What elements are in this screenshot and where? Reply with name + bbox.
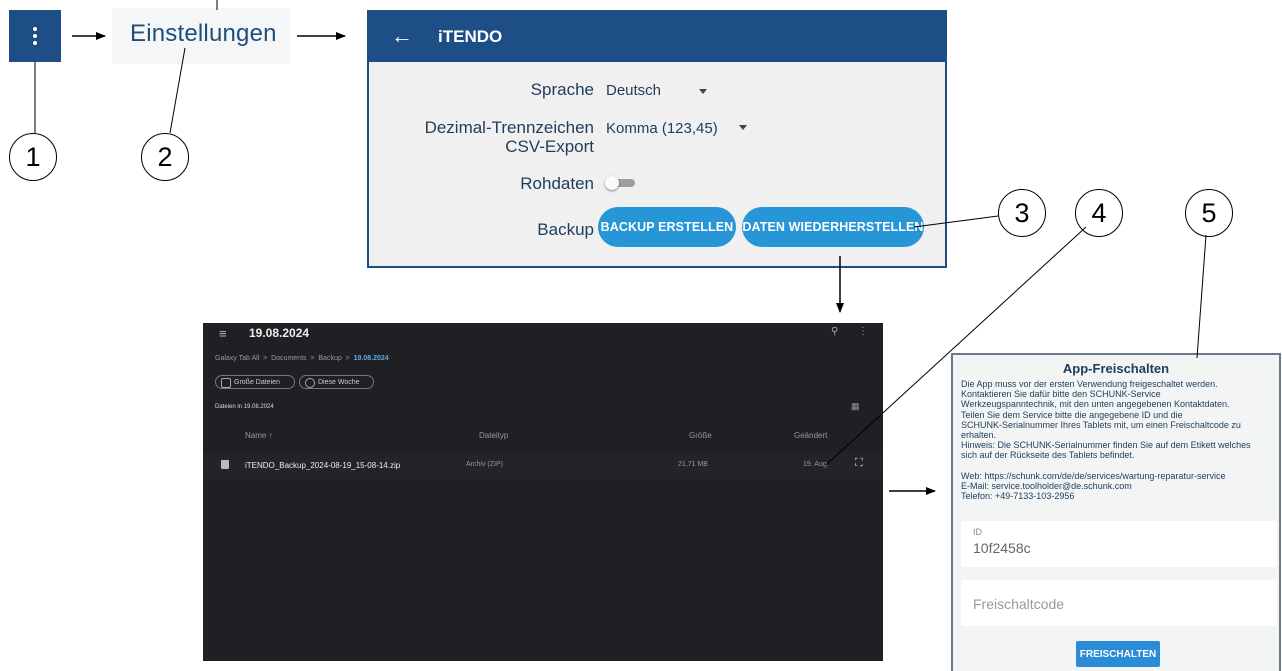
leader-3 [913, 215, 999, 228]
annotation-overlay [34, 0, 1207, 495]
leader-5 [1196, 234, 1207, 359]
flow-arrows [72, 32, 936, 495]
leader-lines [34, 0, 1207, 466]
leader-2 [169, 47, 186, 134]
leader-4 [825, 226, 1087, 466]
